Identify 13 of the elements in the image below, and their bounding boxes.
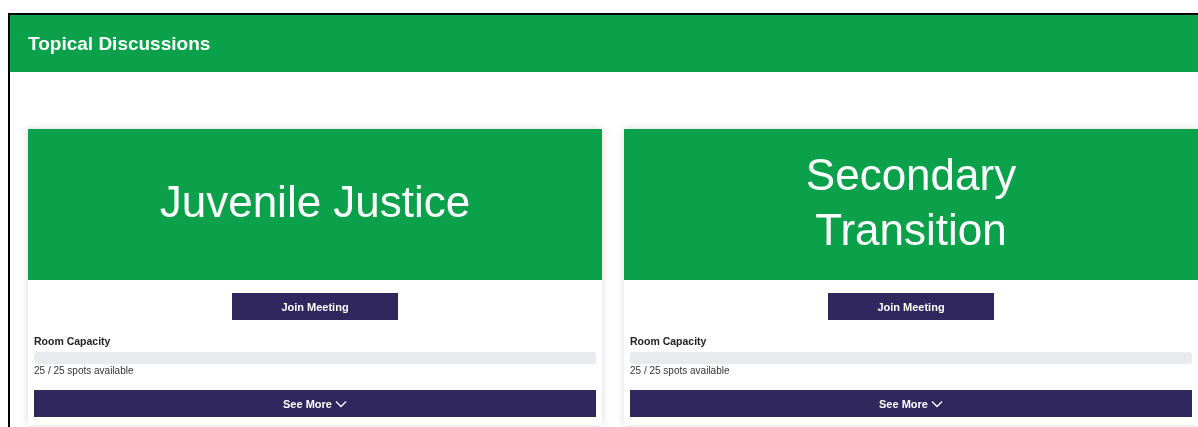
- see-more-button[interactable]: See More: [630, 390, 1192, 417]
- chevron-down-icon: [334, 399, 347, 408]
- capacity-label: Room Capacity: [630, 335, 708, 347]
- banner-title: Juvenile Justice: [158, 176, 472, 228]
- join-meeting-button[interactable]: Join Meeting: [232, 293, 398, 320]
- chevron-down-icon: [930, 399, 943, 408]
- capacity-label: Room Capacity: [34, 335, 112, 347]
- spots-available-text: 25 / 25 spots available: [630, 365, 731, 376]
- banner-title: Secondary Transition: [804, 148, 1018, 256]
- see-more-button[interactable]: See More: [34, 390, 596, 417]
- spots-available-text: 25 / 25 spots available: [34, 365, 135, 376]
- join-meeting-button[interactable]: Join Meeting: [828, 293, 994, 320]
- page-title: Topical Discussions: [28, 32, 211, 55]
